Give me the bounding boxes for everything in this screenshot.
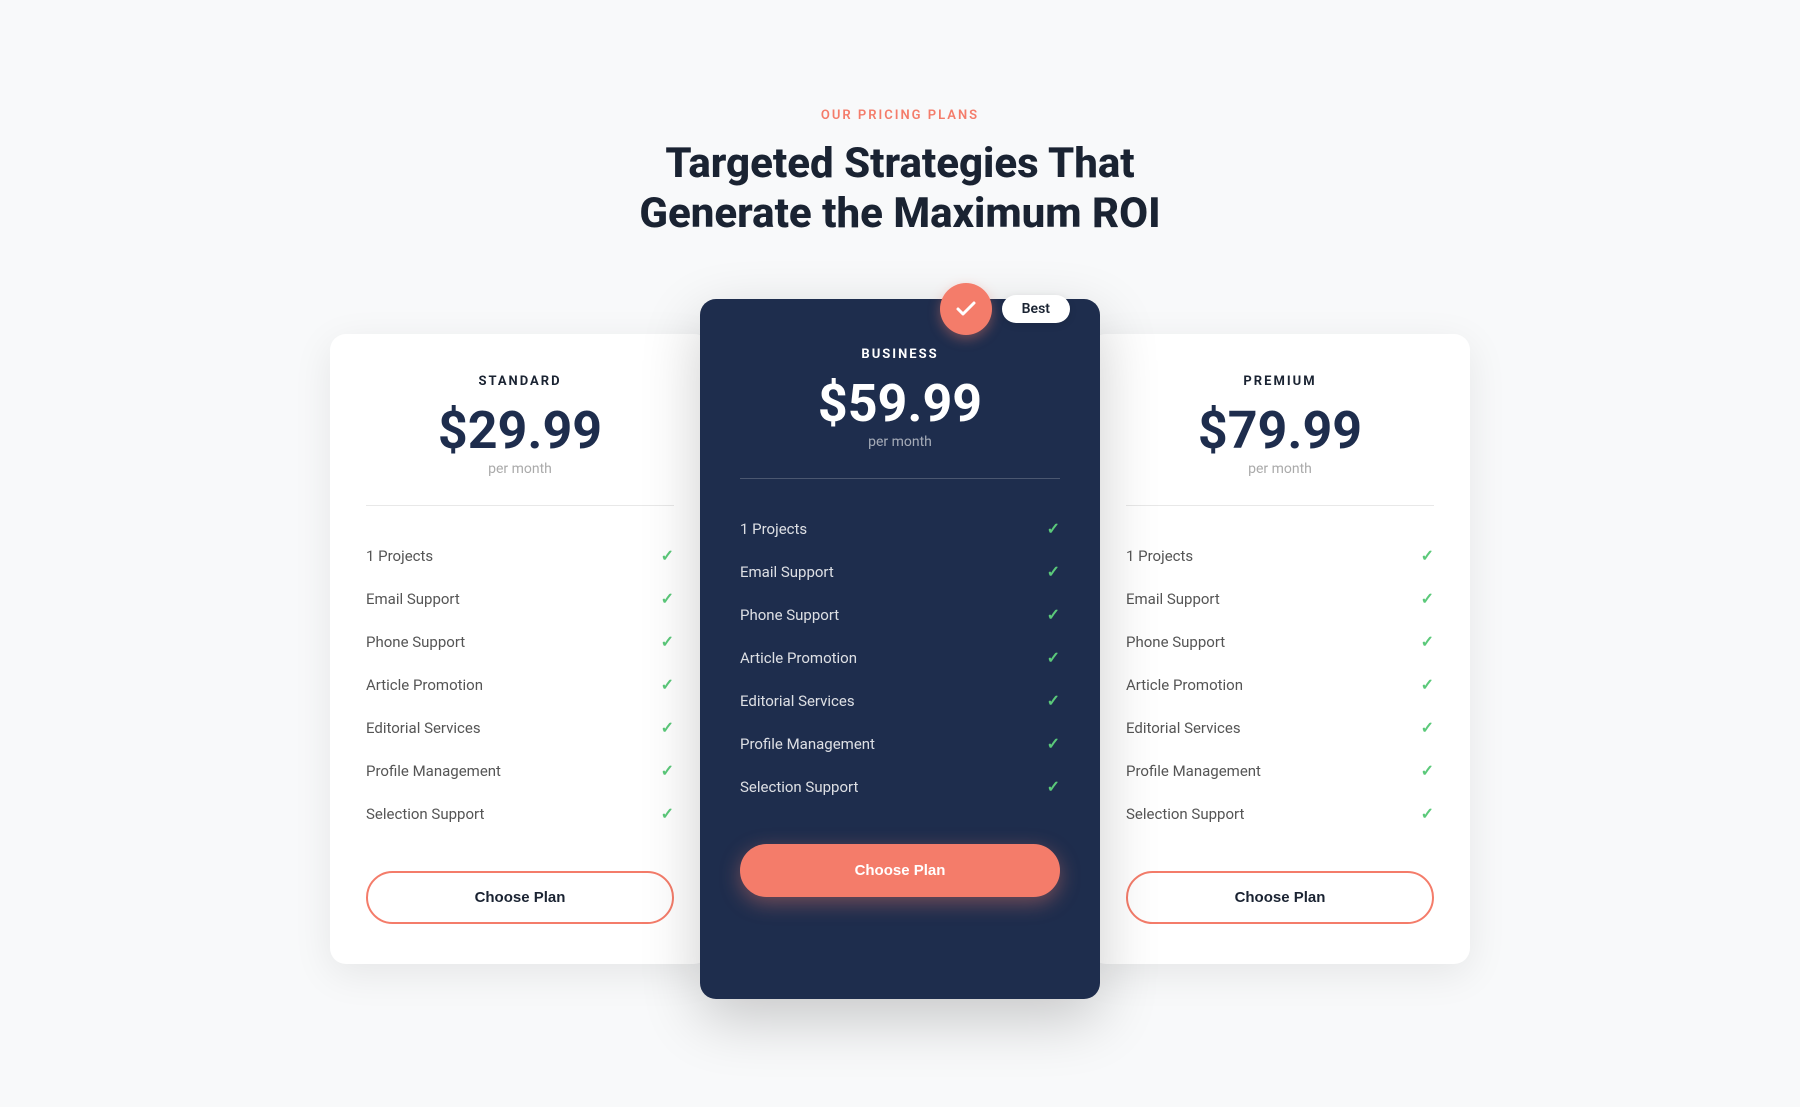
check-icon: ✓	[661, 546, 674, 565]
best-badge-circle	[940, 283, 992, 335]
check-icon: ✓	[1421, 675, 1434, 694]
list-item: Article Promotion ✓	[366, 663, 674, 706]
plan-period-business: per month	[740, 434, 1060, 450]
check-icon: ✓	[661, 804, 674, 823]
plan-price-business: $59.99	[740, 378, 1060, 430]
list-item: Email Support ✓	[366, 577, 674, 620]
list-item: Profile Management ✓	[366, 749, 674, 792]
list-item: Selection Support ✓	[740, 765, 1060, 808]
check-icon: ✓	[1047, 562, 1060, 581]
list-item: Phone Support ✓	[740, 593, 1060, 636]
choose-plan-button-premium[interactable]: Choose Plan	[1126, 871, 1434, 924]
check-icon: ✓	[661, 761, 674, 780]
best-badge: Best	[940, 283, 1070, 335]
plan-price-premium: $79.99	[1126, 405, 1434, 457]
check-icon: ✓	[1047, 648, 1060, 667]
list-item: Phone Support ✓	[1126, 620, 1434, 663]
list-item: 1 Projects ✓	[740, 507, 1060, 550]
plans-container: STANDARD $29.99 per month 1 Projects ✓ E…	[330, 299, 1470, 999]
check-icon: ✓	[661, 718, 674, 737]
check-icon: ✓	[1421, 546, 1434, 565]
page-header: OUR PRICING PLANS Targeted Strategies Th…	[639, 108, 1160, 240]
check-icon: ✓	[1047, 777, 1060, 796]
plan-price-standard: $29.99	[366, 405, 674, 457]
list-item: Email Support ✓	[1126, 577, 1434, 620]
features-list-standard: 1 Projects ✓ Email Support ✓ Phone Suppo…	[366, 534, 674, 835]
list-item: Article Promotion ✓	[740, 636, 1060, 679]
choose-plan-button-business[interactable]: Choose Plan	[740, 844, 1060, 897]
check-circle-icon	[954, 297, 978, 321]
check-icon: ✓	[661, 675, 674, 694]
divider-business	[740, 478, 1060, 479]
check-icon: ✓	[661, 589, 674, 608]
header-title: Targeted Strategies That Generate the Ma…	[639, 139, 1160, 240]
check-icon: ✓	[1047, 519, 1060, 538]
check-icon: ✓	[1047, 734, 1060, 753]
plan-period-standard: per month	[366, 461, 674, 477]
plan-card-standard: STANDARD $29.99 per month 1 Projects ✓ E…	[330, 334, 710, 964]
check-icon: ✓	[1047, 605, 1060, 624]
list-item: 1 Projects ✓	[1126, 534, 1434, 577]
plan-card-business: Best BUSINESS $59.99 per month 1 Project…	[700, 299, 1100, 999]
header-subtitle: OUR PRICING PLANS	[639, 108, 1160, 123]
best-badge-label: Best	[1002, 295, 1070, 323]
divider-premium	[1126, 505, 1434, 506]
plan-name-business: BUSINESS	[740, 347, 1060, 362]
check-icon: ✓	[1421, 718, 1434, 737]
check-icon: ✓	[1047, 691, 1060, 710]
check-icon: ✓	[1421, 804, 1434, 823]
plan-name-standard: STANDARD	[366, 374, 674, 389]
choose-plan-button-standard[interactable]: Choose Plan	[366, 871, 674, 924]
list-item: Phone Support ✓	[366, 620, 674, 663]
list-item: Editorial Services ✓	[740, 679, 1060, 722]
list-item: Profile Management ✓	[740, 722, 1060, 765]
plan-name-premium: PREMIUM	[1126, 374, 1434, 389]
list-item: Profile Management ✓	[1126, 749, 1434, 792]
list-item: Selection Support ✓	[1126, 792, 1434, 835]
plan-card-premium: PREMIUM $79.99 per month 1 Projects ✓ Em…	[1090, 334, 1470, 964]
list-item: Editorial Services ✓	[1126, 706, 1434, 749]
check-icon: ✓	[1421, 761, 1434, 780]
divider-standard	[366, 505, 674, 506]
features-list-premium: 1 Projects ✓ Email Support ✓ Phone Suppo…	[1126, 534, 1434, 835]
check-icon: ✓	[1421, 589, 1434, 608]
check-icon: ✓	[661, 632, 674, 651]
list-item: Editorial Services ✓	[366, 706, 674, 749]
list-item: Selection Support ✓	[366, 792, 674, 835]
list-item: Email Support ✓	[740, 550, 1060, 593]
check-icon: ✓	[1421, 632, 1434, 651]
list-item: Article Promotion ✓	[1126, 663, 1434, 706]
features-list-business: 1 Projects ✓ Email Support ✓ Phone Suppo…	[740, 507, 1060, 808]
plan-period-premium: per month	[1126, 461, 1434, 477]
list-item: 1 Projects ✓	[366, 534, 674, 577]
